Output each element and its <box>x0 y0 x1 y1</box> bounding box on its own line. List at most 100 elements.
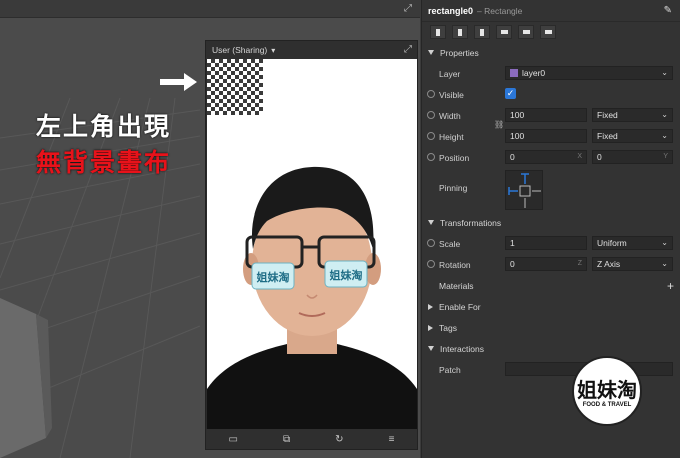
screenshot-icon[interactable]: ⧉ <box>283 434 290 445</box>
section-label: Properties <box>440 47 479 58</box>
row-visible: Visible ✓ <box>422 84 680 105</box>
row-width: Width 100 Fixed ⌄ <box>422 105 680 126</box>
pinning-widget[interactable] <box>505 170 543 210</box>
layer-value: layer0 <box>522 68 546 78</box>
section-label: Interactions <box>440 343 484 354</box>
chevron-down-icon <box>428 346 434 351</box>
keyframe-icon[interactable] <box>427 239 435 247</box>
width-mode-value: Fixed <box>597 110 618 120</box>
section-label: Enable For <box>439 301 481 312</box>
height-mode-value: Fixed <box>597 131 618 141</box>
position-y-input[interactable]: 0 Y <box>592 150 673 164</box>
align-middle-button[interactable] <box>518 25 534 39</box>
section-properties[interactable]: Properties <box>422 42 680 63</box>
layer-select[interactable]: layer0 ⌄ <box>505 66 673 80</box>
row-pinning: Pinning <box>422 168 680 212</box>
field-label: Pinning <box>439 183 468 193</box>
section-tags[interactable]: Tags <box>422 317 680 338</box>
simulator-header: User (Sharing) ▾ ⤢ <box>206 41 417 59</box>
simulator-footer: ▭ ⧉ ↻ ≡ <box>206 429 417 449</box>
alignment-toolbar <box>422 22 680 42</box>
field-label: Scale <box>439 239 461 249</box>
simulator-label[interactable]: User (Sharing) <box>212 45 267 55</box>
align-bottom-button[interactable] <box>540 25 556 39</box>
keyframe-icon[interactable] <box>427 260 435 268</box>
rotation-input[interactable]: 0 Z <box>505 257 587 271</box>
row-rotation: Rotation 0 Z Z Axis ⌄ <box>422 254 680 275</box>
scale-input[interactable]: 1 <box>505 236 587 250</box>
expand-icon[interactable]: ⤢ <box>404 4 414 14</box>
keyframe-icon[interactable] <box>427 111 435 119</box>
unit-x: X <box>577 153 582 160</box>
section-label: Transformations <box>440 217 502 228</box>
field-label: Layer <box>439 69 461 79</box>
keyframe-icon[interactable] <box>427 90 435 98</box>
menu-icon[interactable]: ≡ <box>389 434 395 445</box>
add-icon[interactable]: + <box>667 279 674 293</box>
section-materials[interactable]: Materials + <box>422 275 680 296</box>
section-interactions[interactable]: Interactions <box>422 338 680 359</box>
position-x-value: 0 <box>510 152 515 162</box>
caption-line-2: 無背景畫布 <box>36 148 172 177</box>
width-input[interactable]: 100 <box>505 108 587 122</box>
visible-checkbox[interactable]: ✓ <box>505 88 516 99</box>
section-label: Tags <box>439 322 457 333</box>
chevron-down-icon <box>428 50 434 55</box>
chevron-down-icon: ⌄ <box>661 68 668 77</box>
chevron-down-icon[interactable]: ▾ <box>271 46 275 55</box>
align-right-button[interactable] <box>474 25 490 39</box>
field-label: Visible <box>439 90 464 100</box>
align-center-button[interactable] <box>452 25 468 39</box>
field-label: Rotation <box>439 260 471 270</box>
object-name: rectangle0 <box>428 5 474 16</box>
align-top-button[interactable] <box>496 25 512 39</box>
chevron-right-icon <box>428 303 433 310</box>
rotate-icon[interactable]: ↻ <box>335 434 343 445</box>
section-label: Materials <box>439 280 474 291</box>
inspector-title: rectangle0 – Rectangle ✎ <box>422 0 680 22</box>
watermark-sub-text: FOOD & TRAVEL <box>582 402 632 408</box>
object-type: – Rectangle <box>477 5 523 16</box>
person-photo: 姐妹淘 姐妹淘 <box>207 166 417 431</box>
watermark-main-text: 姐妹淘 <box>577 378 637 402</box>
simulator-panel: User (Sharing) ▾ ⤢ 姐妹淘 姐妹淘 ▭ ⧉ ↻ ≡ <box>205 40 418 450</box>
row-position: Position 0 X 0 Y <box>422 147 680 168</box>
layer-color-swatch <box>510 69 518 77</box>
scale-mode-select[interactable]: Uniform ⌄ <box>592 236 673 250</box>
align-left-button[interactable] <box>430 25 446 39</box>
keyframe-icon[interactable] <box>427 153 435 161</box>
svg-text:姐妹淘: 姐妹淘 <box>330 268 363 282</box>
watermark-logo: 姐妹淘 FOOD & TRAVEL <box>572 356 642 426</box>
pinning-icon <box>508 173 541 208</box>
video-camera-icon[interactable]: ▭ <box>229 434 238 445</box>
expand-icon[interactable]: ⤢ <box>404 45 414 55</box>
height-input[interactable]: 100 <box>505 129 587 143</box>
wand-icon[interactable]: ✎ <box>664 5 672 16</box>
row-patch: Patch <box>422 359 680 380</box>
rotation-axis-value: Z Axis <box>597 259 621 269</box>
height-mode-select[interactable]: Fixed ⌄ <box>592 129 673 143</box>
unit-z: Z <box>577 260 582 267</box>
row-layer: Layer layer0 ⌄ <box>422 63 680 84</box>
arrow-right-icon <box>160 73 197 91</box>
chevron-down-icon <box>428 220 434 225</box>
chevron-down-icon: ⌄ <box>661 259 668 268</box>
position-y-value: 0 <box>597 152 602 162</box>
field-label: Patch <box>439 365 461 375</box>
scale-mode-value: Uniform <box>597 238 627 248</box>
scene-viewport[interactable]: ⤢ 左上角出現 無背景畫布 User (Sharing) ▾ ⤢ 姐妹淘 姐妹淘… <box>0 0 420 458</box>
row-scale: Scale 1 Uniform ⌄ <box>422 233 680 254</box>
link-icon[interactable]: ⛓ <box>494 120 504 129</box>
chevron-right-icon <box>428 324 433 331</box>
keyframe-icon[interactable] <box>427 132 435 140</box>
simulator-screen[interactable]: 姐妹淘 姐妹淘 <box>207 59 417 431</box>
position-x-input[interactable]: 0 X <box>505 150 587 164</box>
section-enable-for[interactable]: Enable For <box>422 296 680 317</box>
rotation-axis-select[interactable]: Z Axis ⌄ <box>592 257 673 271</box>
section-transformations[interactable]: Transformations <box>422 212 680 233</box>
width-mode-select[interactable]: Fixed ⌄ <box>592 108 673 122</box>
caption-line-1: 左上角出現 <box>36 112 172 141</box>
chevron-down-icon: ⌄ <box>661 131 668 140</box>
rotation-value: 0 <box>510 259 515 269</box>
unit-y: Y <box>663 153 668 160</box>
